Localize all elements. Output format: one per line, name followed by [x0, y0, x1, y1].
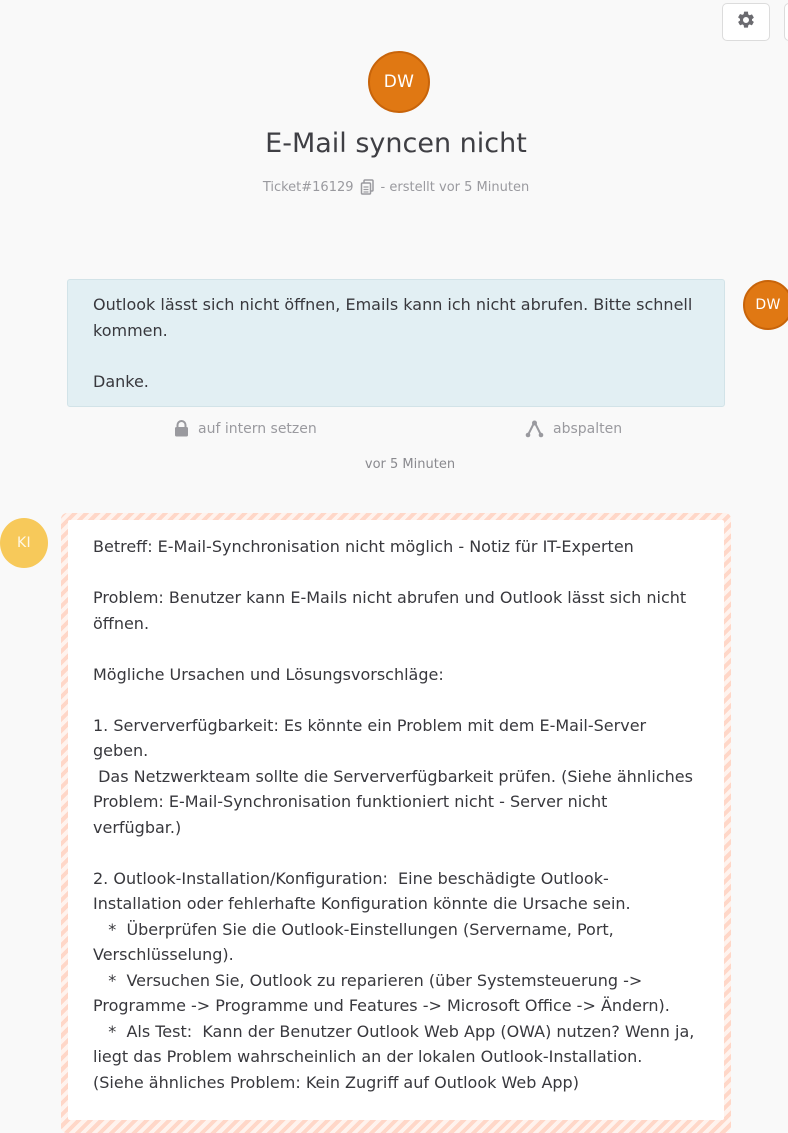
note-line: (Siehe ähnliches Problem: Kein Zugriff a… [93, 1072, 579, 1092]
note-line [93, 560, 699, 586]
note-line: * Überprüfen Sie die Outlook-Einstellung… [93, 919, 614, 939]
article-line: Outlook lässt sich nicht öffnen, Emails … [93, 295, 693, 314]
article-line: Danke. [93, 371, 149, 391]
note-line: liegt das Problem wahrscheinlich an der … [93, 1047, 643, 1066]
set-internal-label: auf intern setzen [198, 420, 317, 437]
sidebar-toggle-button[interactable] [784, 3, 788, 41]
customer-article: Outlook lässt sich nicht öffnen, Emails … [67, 279, 725, 407]
ai-avatar[interactable]: KI [0, 518, 48, 568]
note-line: 1. Serververfügbarkeit: Es könnte ein Pr… [93, 715, 652, 761]
copy-icon[interactable] [360, 179, 375, 195]
article-author-avatar[interactable]: DW [743, 280, 788, 330]
split-label: abspalten [553, 421, 623, 437]
article-line [93, 343, 699, 369]
note-line: Installation oder fehlerhafte Konfigurat… [93, 894, 631, 913]
note-line: Verschlüsselung). [93, 945, 234, 964]
note-line: * Als Test: Kann der Benutzer Outlook We… [93, 1021, 695, 1041]
article-timestamp: vor 5 Minuten [364, 457, 456, 472]
note-line: Betreff: E-Mail-Synchronisation nicht mö… [93, 537, 634, 556]
split-icon [525, 420, 544, 438]
note-line: Das Netzwerkteam sollte die Serververfüg… [93, 766, 693, 786]
settings-button[interactable] [722, 3, 770, 41]
split-button[interactable]: abspalten [525, 420, 622, 438]
lock-icon [174, 420, 189, 437]
note-line: * Versuchen Sie, Outlook zu reparieren (… [93, 970, 643, 990]
note-line: Problem: E-Mail-Synchronisation funktion… [93, 792, 608, 811]
customer-avatar[interactable]: DW [368, 51, 430, 113]
note-line: Problem: Benutzer kann E-Mails nicht abr… [93, 588, 687, 607]
note-line: Mögliche Ursachen und Lösungsvorschläge: [93, 664, 444, 684]
article-line: kommen. [93, 320, 168, 340]
ticket-created: - erstellt vor 5 Minuten [380, 179, 530, 195]
note-line: verfügbar.) [93, 817, 182, 837]
set-internal-button[interactable]: auf intern setzen [174, 420, 317, 437]
ticket-number: Ticket#16129 [262, 179, 354, 195]
note-line [93, 687, 699, 713]
note-line: 2. Outlook-Installation/Konfiguration: E… [93, 868, 609, 888]
note-line [93, 840, 699, 866]
gear-icon [736, 10, 756, 34]
note-line [93, 1095, 699, 1120]
note-line: Programme -> Programme und Features -> M… [93, 996, 670, 1015]
note-line [93, 636, 699, 662]
ticket-title: E-Mail syncen nicht [265, 128, 527, 159]
note-line: öffnen. [93, 613, 150, 633]
ticket-meta: Ticket#16129 - erstellt vor 5 Minuten [0, 179, 788, 195]
internal-note: Betreff: E-Mail-Synchronisation nicht mö… [68, 520, 724, 1120]
